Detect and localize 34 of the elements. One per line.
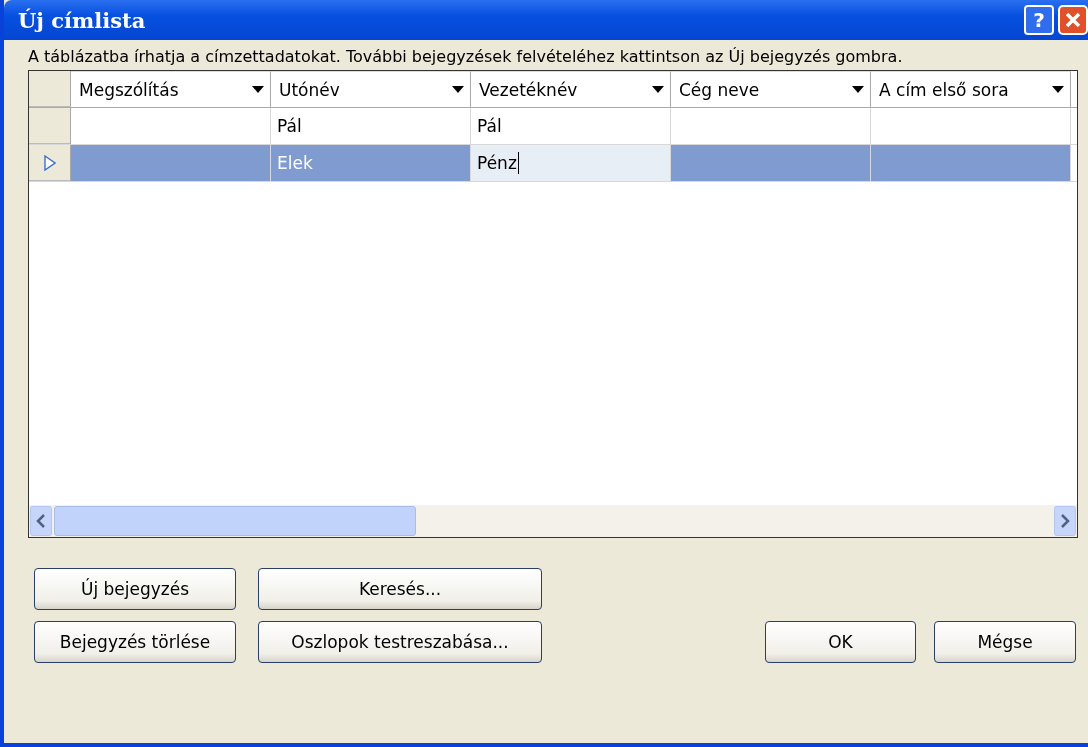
dialog-button[interactable]: Oszlopok testreszabása...	[258, 621, 542, 663]
table-cell[interactable]: Pál	[471, 108, 671, 144]
column-header[interactable]: Cég neve	[671, 71, 871, 107]
dropdown-arrow-icon[interactable]	[652, 86, 664, 93]
table-cell[interactable]	[871, 145, 1071, 181]
table-cell[interactable]	[671, 145, 871, 181]
instruction-text: A táblázatba írhatja a címzettadatokat. További bejegyzések felvételéhez kattintson az Új bejegyzés gombra.	[28, 46, 904, 68]
dialog-button[interactable]: OK	[765, 621, 916, 663]
window-title: Új címlista	[18, 7, 146, 33]
text-cursor	[517, 152, 519, 174]
column-header[interactable]: Megszólítás	[71, 71, 271, 107]
dropdown-arrow-icon[interactable]	[852, 86, 864, 93]
dialog-button[interactable]: Bejegyzés törlése	[34, 621, 236, 663]
table-cell[interactable]: Pénz	[471, 145, 671, 181]
column-header[interactable]: Vezetéknév	[471, 71, 671, 107]
dropdown-arrow-icon[interactable]	[1052, 86, 1064, 93]
column-header[interactable]: Utónév	[271, 71, 471, 107]
column-header[interactable]: A cím első sora	[871, 71, 1071, 107]
dialog-button[interactable]: Mégse	[934, 621, 1076, 663]
current-row-icon	[43, 154, 56, 171]
dialog-button[interactable]: Keresés...	[258, 568, 542, 610]
table-cell[interactable]: Pál	[271, 108, 471, 144]
dropdown-arrow-icon[interactable]	[452, 86, 464, 93]
scroll-left-icon[interactable]	[30, 506, 52, 536]
close-icon[interactable]	[1058, 5, 1088, 35]
dialog-button[interactable]: Új bejegyzés	[34, 568, 236, 610]
scroll-thumb[interactable]	[54, 506, 416, 536]
dropdown-arrow-icon[interactable]	[252, 86, 264, 93]
row-header[interactable]	[29, 145, 71, 181]
scroll-right-icon[interactable]	[1054, 506, 1076, 536]
table-cell[interactable]	[71, 145, 271, 181]
row-header[interactable]	[29, 108, 71, 144]
horizontal-scrollbar[interactable]	[29, 505, 1077, 537]
help-button[interactable]: ?	[1024, 5, 1054, 35]
